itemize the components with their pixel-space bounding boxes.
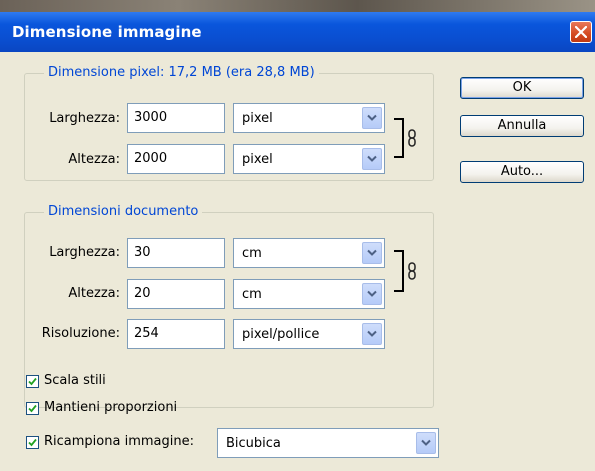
- document-width-unit-select[interactable]: cm: [233, 238, 385, 268]
- close-icon: [575, 26, 587, 38]
- auto-button[interactable]: Auto...: [460, 161, 584, 183]
- dropdown-arrow-icon[interactable]: [362, 323, 382, 345]
- chain-link-icon: [408, 262, 416, 280]
- document-width-label: Larghezza:: [49, 245, 120, 260]
- pixel-width-unit-select[interactable]: pixel: [233, 103, 385, 133]
- document-width-unit-value: cm: [242, 246, 262, 261]
- pixel-height-unit-select[interactable]: pixel: [233, 144, 385, 174]
- title-bar[interactable]: Dimensione immagine: [0, 12, 595, 52]
- dropdown-arrow-icon[interactable]: [362, 148, 382, 170]
- pixel-link-bracket: [394, 118, 404, 158]
- document-size-legend: Dimensioni documento: [44, 204, 203, 219]
- dropdown-arrow-icon[interactable]: [362, 242, 382, 264]
- pixel-width-input[interactable]: 3000: [127, 103, 225, 133]
- constrain-proportions-checkbox[interactable]: [26, 402, 39, 415]
- document-width-input[interactable]: 30: [127, 238, 225, 268]
- constrain-proportions-label: Mantieni proporzioni: [44, 400, 178, 415]
- checkmark-icon: [28, 377, 37, 386]
- chain-link-icon: [408, 129, 416, 147]
- document-height-input[interactable]: 20: [127, 279, 225, 309]
- ok-button[interactable]: OK: [460, 77, 584, 99]
- pixel-height-label: Altezza:: [68, 152, 120, 167]
- close-button[interactable]: [570, 21, 592, 43]
- dropdown-arrow-icon[interactable]: [362, 283, 382, 305]
- pixel-height-unit-value: pixel: [242, 152, 273, 167]
- cancel-button[interactable]: Annulla: [460, 115, 584, 137]
- resample-method-value: Bicubica: [226, 436, 281, 451]
- document-height-unit-value: cm: [242, 287, 262, 302]
- pixel-width-label: Larghezza:: [49, 111, 120, 126]
- dropdown-arrow-icon[interactable]: [362, 107, 382, 129]
- pixel-height-input[interactable]: 2000: [127, 144, 225, 174]
- resample-checkbox[interactable]: [26, 436, 39, 449]
- pixel-dimensions-legend: Dimensione pixel: 17,2 MB (era 28,8 MB): [44, 65, 319, 80]
- resolution-input[interactable]: 254: [127, 319, 225, 349]
- document-link-bracket: [394, 250, 404, 292]
- dialog-body: Dimensione pixel: 17,2 MB (era 28,8 MB) …: [0, 52, 595, 471]
- resample-method-select[interactable]: Bicubica: [217, 428, 439, 458]
- checkmark-icon: [28, 404, 37, 413]
- resample-label: Ricampiona immagine:: [44, 434, 194, 449]
- scale-styles-checkbox[interactable]: [26, 375, 39, 388]
- checkmark-icon: [28, 438, 37, 447]
- scale-styles-label: Scala stili: [44, 373, 106, 388]
- window-title: Dimensione immagine: [12, 23, 202, 41]
- background-photo-strip: [0, 0, 595, 12]
- document-height-label: Altezza:: [68, 286, 120, 301]
- pixel-width-unit-value: pixel: [242, 111, 273, 126]
- resolution-label: Risoluzione:: [41, 326, 120, 341]
- resolution-unit-value: pixel/pollice: [242, 327, 320, 342]
- resolution-unit-select[interactable]: pixel/pollice: [233, 319, 385, 349]
- document-height-unit-select[interactable]: cm: [233, 279, 385, 309]
- dropdown-arrow-icon[interactable]: [416, 432, 436, 454]
